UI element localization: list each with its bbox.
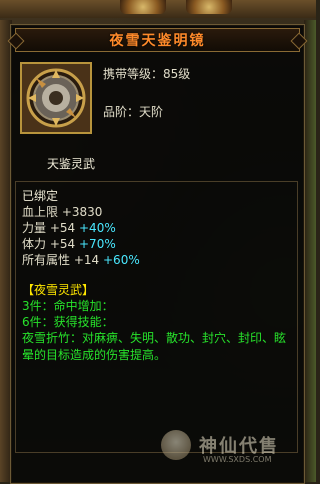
stat-power: 力量 +54 +40% (22, 220, 297, 236)
carry-level: 携带等级：85级 (103, 67, 191, 81)
stat-base: +14 (73, 253, 100, 267)
item-type: 天鉴灵武 (47, 157, 96, 171)
stat-hp: 血上限 +3830 (22, 204, 297, 220)
hud-ornament (186, 0, 232, 14)
item-title: 夜雪天鉴明镜 (109, 33, 206, 49)
set-bonus-6: 6件：获得技能： (22, 315, 114, 329)
watermark-url: WWW.SXDS.COM (203, 455, 272, 464)
stat-all-attributes: 所有属性 +14 +60% (22, 252, 297, 268)
stat-stamina: 体力 +54 +70% (22, 236, 297, 252)
right-scenery (304, 20, 316, 482)
title-ornament (290, 32, 308, 50)
stat-label: 力量 (22, 221, 47, 235)
item-header: 携带等级：85级 品阶：天阶 (15, 55, 298, 169)
title-ornament (7, 32, 25, 50)
set-bonus-3: 3件：命中增加： (22, 299, 114, 313)
stat-label: 体力 (22, 237, 47, 251)
stat-label: 所有属性 (22, 253, 71, 267)
item-grade: 品阶：天阶 (103, 105, 164, 119)
stat-base: +3830 (61, 205, 103, 219)
item-stats: 已绑定 血上限 +3830 力量 +54 +40% 体力 +54 +70% 所有… (15, 181, 298, 453)
item-tooltip: 夜雪天鉴明镜 携带等级：85级 品阶：天阶 天鉴灵武 已绑定 血上限 +3830… (7, 24, 308, 484)
stat-bonus: +40% (79, 221, 116, 235)
stat-bonus: +60% (103, 253, 140, 267)
stat-bonus: +70% (79, 237, 116, 251)
mirror-artifact-icon (20, 62, 92, 134)
bound-status: 已绑定 (22, 189, 59, 203)
hud-ornament (120, 0, 166, 14)
stat-base: +54 (49, 221, 76, 235)
stat-label: 血上限 (22, 205, 59, 219)
tooltip-title-bar: 夜雪天鉴明镜 (7, 28, 308, 52)
set-skill-description: 夜雪折竹：对麻痹、失明、散功、封穴、封印、眩晕的目标造成的伤害提高。 (22, 331, 287, 362)
stat-base: +54 (49, 237, 76, 251)
watermark-mascot-icon (161, 430, 191, 460)
set-title: 【夜雪灵武】 (22, 283, 95, 297)
watermark: 神仙代售 WWW.SXDS.COM (161, 423, 320, 467)
